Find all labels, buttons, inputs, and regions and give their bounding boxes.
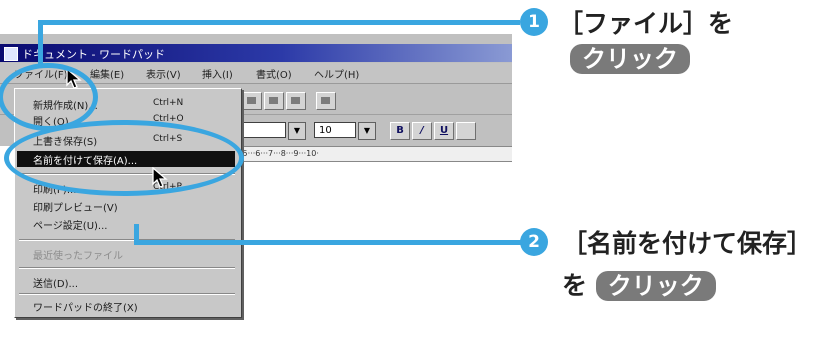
menu-separator bbox=[19, 267, 235, 269]
step-1-action: クリック bbox=[570, 44, 690, 74]
wordpad-app-icon bbox=[4, 47, 18, 61]
shortcut-new: Ctrl+N bbox=[153, 98, 184, 108]
title-bar: ドキュメント - ワードパッド bbox=[0, 44, 512, 62]
menu-view[interactable]: 表示(V) bbox=[146, 66, 181, 81]
callout-1-connector bbox=[38, 20, 520, 25]
menu-item-exit[interactable]: ワードパッドの終了(X) bbox=[33, 299, 138, 314]
menu-edit[interactable]: 編集(E) bbox=[90, 66, 124, 81]
font-size-dropdown-icon[interactable]: ▼ bbox=[358, 122, 376, 140]
menu-item-recent-files: 最近使ったファイル bbox=[33, 251, 123, 262]
menu-item-send[interactable]: 送信(D)... bbox=[33, 275, 78, 290]
step-2-text: ［名前を付けて保存］ bbox=[562, 229, 813, 258]
callout-1-connector bbox=[38, 22, 43, 66]
highlight-oval-file-menu bbox=[0, 63, 98, 131]
ruler: ·5···6···7···8···9···10· bbox=[240, 146, 512, 162]
font-name-dropdown-icon[interactable]: ▼ bbox=[288, 122, 306, 140]
menu-separator bbox=[19, 293, 235, 295]
italic-button[interactable]: / bbox=[412, 122, 432, 140]
menu-help[interactable]: ヘルプ(H) bbox=[314, 66, 359, 81]
step-2-badge: 2 bbox=[520, 228, 548, 256]
insert-datetime-icon[interactable] bbox=[316, 92, 336, 110]
click-pill: クリック bbox=[595, 271, 716, 301]
step-2-prefix: を bbox=[562, 271, 588, 300]
highlight-oval-save-as bbox=[4, 120, 244, 196]
menu-item-print-preview[interactable]: 印刷プレビュー(V) bbox=[33, 199, 118, 214]
document-area[interactable] bbox=[240, 162, 512, 349]
print-preview-icon[interactable] bbox=[264, 92, 284, 110]
step-1-text: ［ファイル］を bbox=[558, 9, 734, 38]
font-size-select[interactable]: 10 bbox=[314, 122, 356, 138]
window-title: ドキュメント - ワードパッド bbox=[22, 48, 165, 61]
callout-2-connector bbox=[134, 240, 524, 245]
menu-item-page-setup[interactable]: ページ設定(U)... bbox=[33, 217, 107, 232]
menu-insert[interactable]: 挿入(I) bbox=[202, 66, 233, 81]
undo-icon[interactable] bbox=[286, 92, 306, 110]
click-pill: クリック bbox=[570, 44, 690, 74]
menu-format[interactable]: 書式(O) bbox=[256, 66, 292, 81]
underline-button[interactable]: U bbox=[434, 122, 454, 140]
bold-button[interactable]: B bbox=[390, 122, 410, 140]
toolbar-button[interactable] bbox=[242, 92, 262, 110]
step-2-action: を クリック bbox=[562, 266, 716, 302]
color-icon[interactable] bbox=[456, 122, 476, 140]
step-1-badge: 1 bbox=[520, 8, 548, 36]
font-name-select[interactable] bbox=[240, 122, 286, 138]
